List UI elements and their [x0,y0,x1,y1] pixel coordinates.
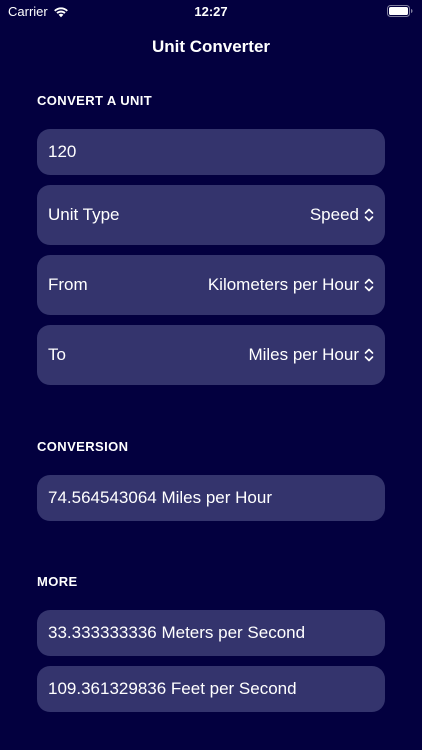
list-item: 109.361329836 Feet per Second [37,666,385,712]
chevron-up-down-icon [364,208,374,222]
chevron-up-down-icon [364,348,374,362]
to-value: Miles per Hour [248,345,359,364]
value-input-row[interactable] [37,129,385,175]
status-bar: Carrier 12:27 [0,0,422,24]
section-header-more: MORE [37,574,78,589]
to-label: To [48,345,66,364]
to-unit-picker[interactable]: To Miles per Hour [37,325,385,385]
list-item: 33.333333336 Meters per Second [37,610,385,656]
from-label: From [48,275,88,294]
page-title: Unit Converter [151,37,271,56]
battery-icon [387,5,413,17]
from-value: Kilometers per Hour [207,275,359,294]
conversion-result: 74.564543064 Miles per Hour [48,488,272,507]
section-header-convert: CONVERT A UNIT [37,93,153,108]
status-time: 12:27 [194,4,228,19]
from-unit-picker[interactable]: From Kilometers per Hour [37,255,385,315]
more-result-meters-per-second: 33.333333336 Meters per Second [48,623,306,642]
value-input[interactable] [48,142,374,162]
conversion-result-row: 74.564543064 Miles per Hour [37,475,385,521]
unit-type-label: Unit Type [48,205,120,224]
chevron-up-down-icon [364,278,374,292]
unit-type-picker[interactable]: Unit Type Speed [37,185,385,245]
unit-type-value: Speed [309,205,359,224]
more-result-feet-per-second: 109.361329836 Feet per Second [48,679,297,698]
section-header-conversion: CONVERSION [37,439,129,454]
